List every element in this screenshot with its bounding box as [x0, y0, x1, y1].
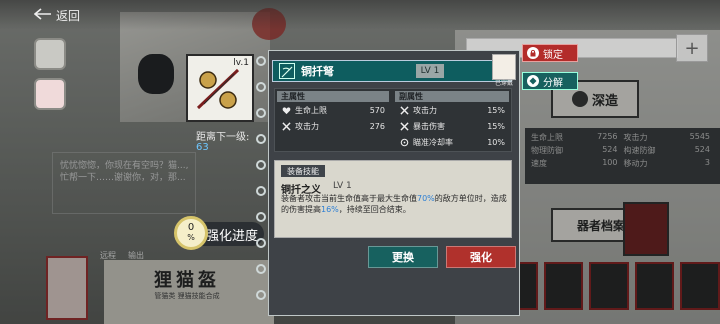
decompose-button[interactable]: 分解 [522, 72, 578, 90]
wearer-avatar[interactable] [492, 54, 516, 80]
wearer-label: 已穿戴 [494, 80, 513, 87]
heart-icon [281, 105, 291, 115]
back-label: 返回 [56, 8, 81, 23]
crossed-swords-icon [399, 105, 409, 115]
lock-label: 锁定 [543, 49, 563, 61]
item-preview: lv.1 [186, 54, 254, 122]
side-nav-heart-icon[interactable] [34, 78, 66, 110]
skill-level: LV 1 [333, 181, 352, 191]
distance-label: 距离下一级: [196, 132, 250, 143]
enhance-unit: % [187, 233, 195, 242]
item-title-bar: 铜扦弩 [272, 60, 512, 82]
back-arrow-icon [33, 7, 52, 23]
item-name: 铜扦弩 [301, 65, 334, 78]
side-nav-icon-1[interactable] [34, 38, 66, 70]
decompose-icon [527, 75, 539, 87]
stat-row: 攻击力 15% [395, 102, 509, 118]
crossed-swords-icon [399, 121, 409, 131]
skill-section: 装备技能 铜扦之义 LV 1 装备者攻击当前生命值高于最大生命值70%的敌方单位… [274, 160, 512, 238]
enhance-label: 强化进度 [205, 228, 258, 244]
main-stats-header: 主属性 [277, 91, 389, 102]
enhance-button[interactable]: 强化 [446, 246, 516, 268]
crossbow-mini-icon [279, 63, 295, 79]
stat-row: 瞄准冷却率 10% [395, 134, 509, 150]
change-button[interactable]: 更换 [368, 246, 438, 268]
decompose-label: 分解 [543, 77, 563, 89]
add-button[interactable]: + [676, 34, 708, 62]
lock-button[interactable]: 锁定 [522, 44, 578, 62]
lock-icon [527, 47, 539, 59]
back-button[interactable]: 返回 [33, 6, 94, 24]
item-level-badge: LV 1 [416, 64, 444, 78]
top-bar [0, 0, 720, 30]
crossbow-icon [196, 68, 240, 110]
stat-row: 暴击伤害 15% [395, 118, 509, 134]
stat-row: 生命上限 570 [277, 102, 389, 118]
crossed-swords-icon [281, 121, 291, 131]
notebook-binder [256, 48, 268, 310]
sub-stats: 副属性 攻击力 15% 暴击伤害 15% 瞄准冷却率 10% [395, 91, 509, 150]
enhance-percent: 0 [187, 222, 195, 233]
stats-section: 主属性 生命上限 570 攻击力 276 副属性 攻击力 15% 暴击伤害 15… [274, 88, 512, 152]
sub-stats-header: 副属性 [395, 91, 509, 102]
stat-row: 攻击力 276 [277, 118, 389, 134]
target-icon [399, 137, 409, 147]
main-stats: 主属性 生命上限 570 攻击力 276 [277, 91, 389, 134]
enhance-progress[interactable]: 强化进度 0 % [174, 214, 264, 254]
distance-value: 63 [196, 142, 209, 153]
skill-header: 装备技能 [281, 165, 325, 177]
skill-description: 装备者攻击当前生命值高于最大生命值70%的敌方单位时，造成的伤害提高16%，持续… [281, 194, 507, 214]
enhance-percent-ring: 0 % [174, 216, 208, 250]
